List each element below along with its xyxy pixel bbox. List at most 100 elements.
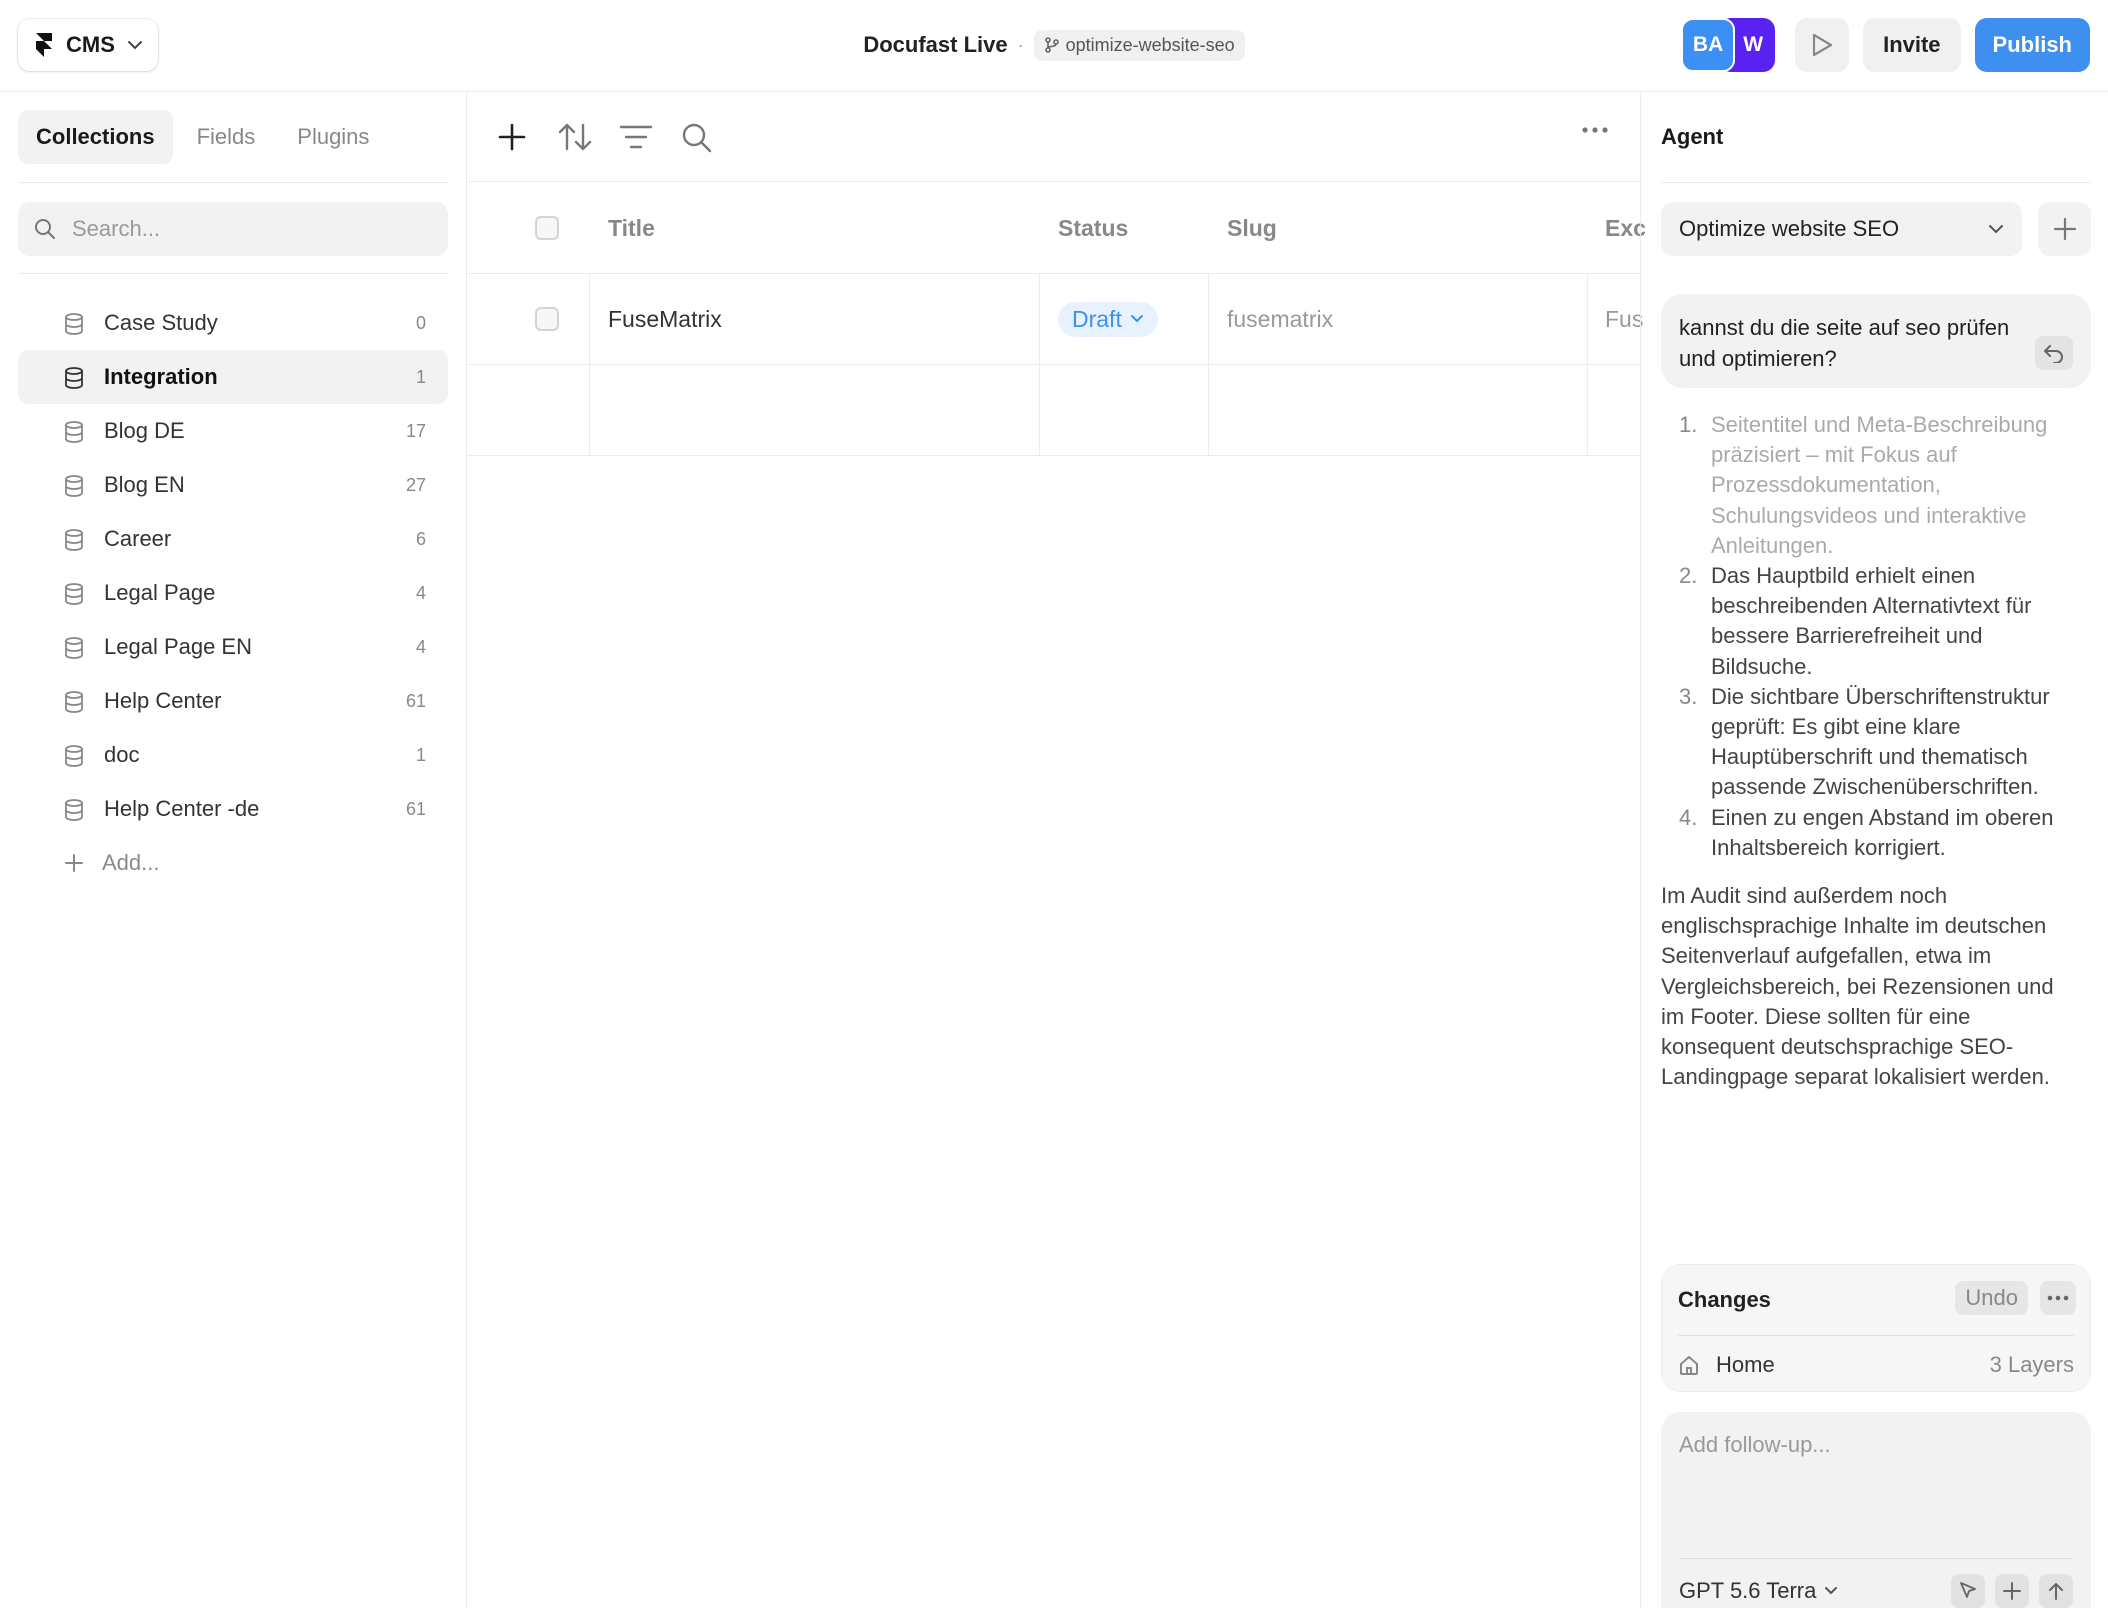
- database-icon: [65, 421, 83, 443]
- column-divider: [1587, 365, 1588, 455]
- more-icon[interactable]: [1582, 126, 1608, 134]
- sidebar-item-collection[interactable]: Case Study 0: [18, 296, 448, 350]
- column-divider: [1039, 274, 1040, 364]
- revert-button[interactable]: [2035, 336, 2073, 370]
- user-message-text: kannst du die seite auf seo prüfen und o…: [1679, 315, 2010, 371]
- attach-button[interactable]: [1995, 1574, 2029, 1608]
- search-input[interactable]: [72, 216, 432, 242]
- collection-count: 4: [415, 582, 426, 603]
- database-icon: [65, 583, 83, 605]
- branch-icon: [1044, 37, 1059, 53]
- list-number: 4.: [1679, 804, 1698, 830]
- chevron-down-icon: [1130, 315, 1143, 323]
- row-checkbox-cell: [535, 274, 559, 364]
- collaborator-avatars: BA W: [1681, 18, 1776, 72]
- table-toolbar: [467, 92, 1640, 182]
- changes-more-button[interactable]: [2040, 1281, 2076, 1315]
- sidebar-item-collection[interactable]: Integration 1: [18, 350, 448, 404]
- tab-fields[interactable]: Fields: [179, 110, 274, 164]
- column-divider: [1039, 365, 1040, 455]
- row-checkbox[interactable]: [535, 307, 559, 331]
- table-row[interactable]: FuseMatrix Draft fusematrix Fus: [467, 274, 1643, 365]
- agent-panel: Agent Optimize website SEO kannst du die…: [1640, 92, 2108, 1608]
- avatar[interactable]: BA: [1681, 18, 1736, 72]
- plus-icon[interactable]: [497, 122, 527, 152]
- agent-task-select[interactable]: Optimize website SEO: [1661, 202, 2022, 256]
- undo-button[interactable]: Undo: [1955, 1281, 2028, 1315]
- invite-button[interactable]: Invite: [1863, 18, 1961, 72]
- divider: [18, 182, 448, 183]
- home-icon: [1680, 1356, 1698, 1375]
- filter-icon[interactable]: [619, 122, 653, 152]
- list-number: 3.: [1679, 683, 1698, 709]
- list-text: Seitentitel und Meta-Beschreibung präzis…: [1711, 412, 2048, 558]
- collection-count: 27: [405, 474, 426, 495]
- collection-count: 1: [415, 366, 426, 387]
- new-agent-task-button[interactable]: [2038, 202, 2091, 256]
- select-all-checkbox[interactable]: [535, 216, 559, 240]
- collection-name: doc: [104, 742, 140, 767]
- reply-list-item: 1. Seitentitel und Meta-Beschreibung prä…: [1679, 410, 2079, 561]
- send-button[interactable]: [2039, 1574, 2073, 1608]
- cell-title[interactable]: FuseMatrix: [608, 274, 722, 364]
- sidebar-item-collection[interactable]: doc 1: [18, 728, 448, 782]
- column-divider: [589, 274, 590, 364]
- tab-plugins[interactable]: Plugins: [279, 110, 387, 164]
- followup-input[interactable]: [1679, 1432, 2069, 1532]
- list-text: Einen zu engen Abstand im oberen Inhalts…: [1711, 804, 2054, 860]
- agent-task-label: Optimize website SEO: [1679, 216, 1900, 241]
- tab-collections[interactable]: Collections: [18, 110, 173, 164]
- changed-page-row[interactable]: Home 3 Layers: [1678, 1347, 2074, 1383]
- database-icon: [65, 745, 83, 767]
- column-header-status[interactable]: Status: [1058, 183, 1128, 273]
- database-icon: [65, 475, 83, 497]
- preview-button[interactable]: [1795, 18, 1850, 72]
- cms-table: Title Status Slug Exc FuseMatrix Draft f…: [467, 183, 1646, 456]
- column-header-slug[interactable]: Slug: [1227, 183, 1277, 273]
- sidebar-item-collection[interactable]: Legal Page 4: [18, 566, 448, 620]
- model-select[interactable]: GPT 5.6 Terra: [1679, 1578, 1838, 1604]
- main-content: Title Status Slug Exc FuseMatrix Draft f…: [467, 92, 1646, 1608]
- add-collection-button[interactable]: Add...: [18, 836, 448, 890]
- user-message: kannst du die seite auf seo prüfen und o…: [1661, 294, 2091, 388]
- sidebar-item-collection[interactable]: Career 6: [18, 512, 448, 566]
- add-collection-label: Add...: [102, 850, 160, 875]
- database-icon: [65, 313, 83, 335]
- sidebar-item-collection[interactable]: Blog DE 17: [18, 404, 448, 458]
- search-box[interactable]: [18, 202, 448, 256]
- column-divider: [1208, 274, 1209, 364]
- collection-name: Help Center: [104, 688, 222, 713]
- undo-icon: [2044, 345, 2063, 363]
- table-row-empty[interactable]: [467, 365, 1640, 456]
- plus-icon: [65, 854, 83, 872]
- collection-count: 0: [415, 312, 426, 333]
- sidebar-item-collection[interactable]: Help Center 61: [18, 674, 448, 728]
- cell-slug[interactable]: fusematrix: [1227, 274, 1333, 364]
- agent-title: Agent: [1661, 124, 1724, 149]
- cell-status[interactable]: Draft: [1058, 274, 1158, 364]
- column-divider: [589, 365, 590, 455]
- status-badge[interactable]: Draft: [1058, 301, 1158, 337]
- collection-name: Legal Page EN: [104, 634, 252, 659]
- collection-count: 4: [415, 636, 426, 657]
- reply-list-item: 2. Das Hauptbild erhielt einen beschreib…: [1679, 561, 2079, 682]
- publish-button[interactable]: Publish: [1974, 18, 2090, 72]
- project-name[interactable]: Docufast Live: [863, 32, 1007, 58]
- branch-chip[interactable]: optimize-website-seo: [1033, 29, 1245, 61]
- search-icon[interactable]: [681, 122, 713, 154]
- plus-icon: [2053, 217, 2076, 241]
- arrow-up-icon: [2049, 1583, 2063, 1600]
- followup-box: GPT 5.6 Terra: [1661, 1412, 2091, 1608]
- sidebar-item-collection[interactable]: Blog EN 27: [18, 458, 448, 512]
- chevron-down-icon: [1825, 1587, 1838, 1595]
- divider: [1661, 182, 2090, 183]
- play-icon: [1812, 33, 1833, 57]
- sidebar-item-collection[interactable]: Legal Page EN 4: [18, 620, 448, 674]
- sort-icon[interactable]: [557, 122, 593, 152]
- select-element-button[interactable]: [1951, 1574, 1985, 1608]
- column-header-title[interactable]: Title: [608, 183, 655, 273]
- column-divider: [1208, 365, 1209, 455]
- collection-name: Career: [104, 526, 172, 551]
- cell-excerpt[interactable]: Fus: [1605, 274, 1643, 364]
- sidebar-item-collection[interactable]: Help Center -de 61: [18, 782, 448, 836]
